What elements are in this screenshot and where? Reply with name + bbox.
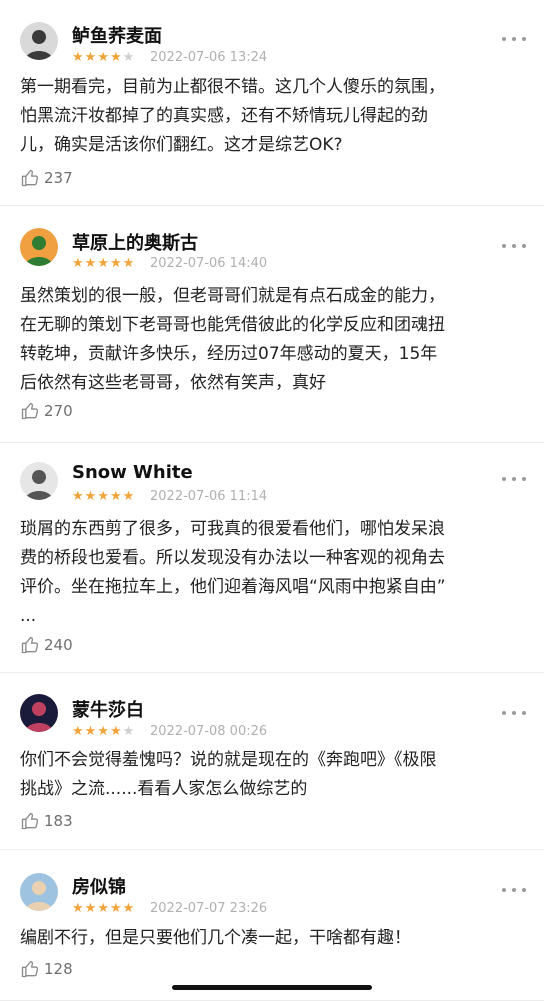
avatar-image [25, 881, 53, 911]
star-icon: ★ [84, 901, 97, 916]
rating-stars: ★ ★ ★ ★ ★ [72, 902, 134, 916]
avatar[interactable] [20, 694, 58, 732]
more-options-icon[interactable] [502, 35, 526, 43]
star-icon: ★ [122, 50, 135, 65]
like-count: 237 [44, 169, 73, 187]
star-icon: ★ [97, 901, 109, 916]
star-icon: ★ [109, 489, 122, 504]
star-icon: ★ [122, 256, 135, 271]
like-button[interactable]: 128 [20, 959, 73, 979]
star-icon: ★ [72, 901, 84, 916]
review-item: Snow White ★ ★ ★ ★ ★ 2022-07-06 11:14 琐屑的东西剪了很多… [0, 442, 544, 673]
star-icon: ★ [97, 489, 109, 504]
avatar-image [25, 30, 53, 60]
thumbs-up-icon [21, 169, 39, 187]
avatar-image [25, 702, 53, 732]
star-icon: ★ [84, 50, 97, 65]
thumbs-up-icon [21, 812, 39, 830]
star-icon: ★ [84, 724, 97, 739]
star-icon: ★ [84, 489, 97, 504]
thumbs-up-icon [21, 636, 39, 654]
star-icon: ★ [122, 489, 135, 504]
rating-stars: ★ ★ ★ ★ ★ [72, 51, 134, 65]
star-icon: ★ [72, 256, 84, 271]
star-icon: ★ [72, 489, 84, 504]
star-icon: ★ [109, 256, 122, 271]
username[interactable]: 草原上的奥斯古 [72, 229, 198, 255]
review-date: 2022-07-06 11:14 [150, 489, 268, 504]
review-text: 琐屑的东西剪了很多，可我真的很爱看他们，哪怕发呆浪 费的桥段也爱看。所以发现没有… [20, 519, 446, 626]
star-icon: ★ [97, 50, 109, 65]
thumbs-up-icon [21, 960, 39, 978]
star-icon: ★ [109, 724, 122, 739]
star-icon: ★ [109, 50, 122, 65]
more-options-icon[interactable] [502, 475, 526, 483]
like-button[interactable]: 183 [20, 811, 73, 831]
more-options-icon[interactable] [502, 886, 526, 894]
review-text: 你们不会觉得羞愧吗？说的就是现在的《奔跑吧》《极限 挑战》之流......看看人… [20, 750, 437, 799]
review-date: 2022-07-06 14:40 [150, 256, 268, 271]
like-button[interactable]: 237 [20, 168, 73, 188]
avatar-image [25, 236, 53, 266]
thumbs-up-icon [21, 402, 39, 420]
review-text: 编剧不行，但是只要他们几个凑一起，干啥都有趣！ [20, 928, 411, 948]
like-button[interactable]: 270 [20, 401, 73, 421]
review-date: 2022-07-06 13:24 [150, 50, 268, 65]
review-date: 2022-07-08 00:26 [150, 724, 268, 739]
star-icon: ★ [84, 256, 97, 271]
review-text: 第一期看完，目前为止都很不错。这几个人傻乐的氛围， 怕黑流汗妆都掉了的真实感，还… [20, 77, 445, 155]
like-count: 240 [44, 636, 73, 654]
more-options-icon[interactable] [502, 242, 526, 250]
home-indicator [172, 985, 372, 990]
review-date: 2022-07-07 23:26 [150, 901, 268, 916]
star-icon: ★ [97, 724, 109, 739]
like-count: 128 [44, 960, 73, 978]
review-item: 蒙牛莎白 ★ ★ ★ ★ ★ 2022-07-08 00:26 你们不会觉得羞愧吗？说的就是现… [0, 672, 544, 850]
star-icon: ★ [122, 901, 135, 916]
star-icon: ★ [122, 724, 135, 739]
avatar-image [25, 470, 53, 500]
review-item: 草原上的奥斯古 ★ ★ ★ ★ ★ 2022-07-06 14:40 虽然策划的很一般，但老哥… [0, 205, 544, 443]
avatar[interactable] [20, 22, 58, 60]
star-icon: ★ [72, 50, 84, 65]
more-options-icon[interactable] [502, 709, 526, 717]
username[interactable]: 蒙牛莎白 [72, 696, 144, 722]
review-text: 虽然策划的很一般，但老哥哥们就是有点石成金的能力， 在无聊的策划下老哥哥也能凭借… [20, 286, 445, 393]
star-icon: ★ [97, 256, 109, 271]
avatar[interactable] [20, 873, 58, 911]
rating-stars: ★ ★ ★ ★ ★ [72, 257, 134, 271]
like-button[interactable]: 240 [20, 635, 73, 655]
rating-stars: ★ ★ ★ ★ ★ [72, 490, 134, 504]
like-count: 270 [44, 402, 73, 420]
star-icon: ★ [109, 901, 122, 916]
star-icon: ★ [72, 724, 84, 739]
rating-stars: ★ ★ ★ ★ ★ [72, 725, 134, 739]
username[interactable]: 鲈鱼荞麦面 [72, 22, 162, 48]
review-item: 房似锦 ★ ★ ★ ★ ★ 2022-07-07 23:26 编剧不行，但是只要他们几个凑一起… [0, 849, 544, 1001]
avatar[interactable] [20, 462, 58, 500]
username[interactable]: 房似锦 [72, 873, 126, 899]
username[interactable]: Snow White [72, 462, 193, 483]
review-item: 鲈鱼荞麦面 ★ ★ ★ ★ ★ 2022-07-06 13:24 第一期看完，目前为止都很不错… [0, 0, 544, 206]
like-count: 183 [44, 812, 73, 830]
avatar[interactable] [20, 228, 58, 266]
